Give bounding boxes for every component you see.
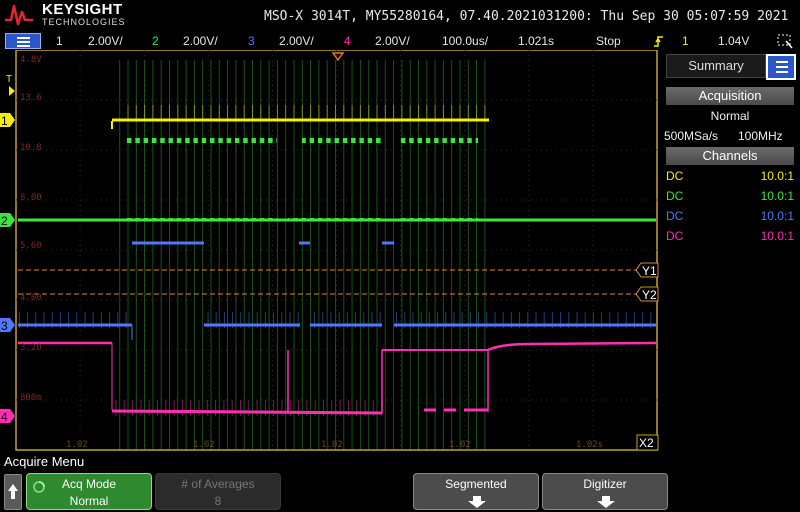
timebase-scale[interactable]: 100.0us/ xyxy=(442,34,488,48)
trigger-position-marker[interactable] xyxy=(331,52,345,62)
scale-label: 4.8V xyxy=(20,55,42,65)
ch3-scale[interactable]: 2.00V/ xyxy=(279,34,314,48)
scale-label: 5.60 xyxy=(20,241,42,251)
ch2-scale[interactable]: 2.00V/ xyxy=(183,34,218,48)
scale-label: 3.20 xyxy=(20,343,42,353)
summary-tab[interactable]: Summary xyxy=(666,54,766,78)
ch2-ground-marker[interactable]: 2 xyxy=(0,213,15,228)
channel-status-bar: 1 2.00V/ 2 2.00V/ 3 2.00V/ 4 2.00V/ 100.… xyxy=(0,32,800,50)
ch1-ground-marker[interactable]: 1 xyxy=(0,113,15,128)
run-state[interactable]: Stop xyxy=(596,34,621,48)
main-menu-button[interactable] xyxy=(5,33,41,49)
brand-subtitle: TECHNOLOGIES xyxy=(42,17,126,27)
submenu-arrow-icon xyxy=(468,496,486,508)
cursor-x2-label: X2 xyxy=(639,436,654,450)
segmented-label: Segmented xyxy=(445,477,507,491)
channel-row-1: DC 10.0:1 xyxy=(666,169,794,183)
ch2-number[interactable]: 2 xyxy=(152,34,159,48)
averages-softkey[interactable]: # of Averages 8 xyxy=(155,473,281,510)
time-label: 1.02 xyxy=(449,440,471,450)
averages-value: 8 xyxy=(214,494,222,508)
scale-label: 10.8 xyxy=(20,143,42,153)
channel-row-4: DC 10.0:1 xyxy=(666,229,794,243)
panel-menu-button[interactable] xyxy=(766,54,796,80)
rotary-knob-icon xyxy=(33,481,45,493)
trigger-level-marker[interactable]: T xyxy=(6,74,15,96)
trigger-level[interactable]: 1.04V xyxy=(718,34,749,48)
left-scale-labels: 4.8V 13.6 10.8 8.00 5.60 4.00 3.20 800m xyxy=(20,55,42,403)
ch3-number[interactable]: 3 xyxy=(248,34,255,48)
scale-label: 800m xyxy=(20,393,42,403)
submenu-arrow-icon xyxy=(597,496,615,508)
digitizer-label: Digitizer xyxy=(583,477,627,491)
acq-mode-value: Normal xyxy=(710,109,750,123)
menu-title: Acquire Menu xyxy=(4,454,85,469)
scale-label: 8.00 xyxy=(20,193,42,203)
channels-header[interactable]: Channels xyxy=(666,147,794,165)
acq-mode-value: Normal xyxy=(69,494,109,508)
ch1-number[interactable]: 1 xyxy=(56,34,63,48)
digitizer-softkey[interactable]: Digitizer xyxy=(542,473,668,510)
cursor-y2-label: Y2 xyxy=(642,288,657,302)
channel-row-3: DC 10.0:1 xyxy=(666,209,794,223)
ch4-number[interactable]: 4 xyxy=(344,34,351,48)
segmented-softkey[interactable]: Segmented xyxy=(413,473,539,510)
waveform-graticule[interactable]: Y1 Y2 X2 4.8V 13.6 10.8 8.00 5.60 4.00 3.20 800… xyxy=(0,50,660,452)
acquisition-header[interactable]: Acquisition xyxy=(666,87,794,105)
cursor-y1-label: Y1 xyxy=(642,264,657,278)
scale-label: 4.00 xyxy=(20,293,42,303)
header: KEYSIGHT TECHNOLOGIES MSO-X 3014T, MY552… xyxy=(0,0,800,32)
screen-select-icon[interactable] xyxy=(776,33,794,49)
svg-text:1: 1 xyxy=(1,114,8,128)
svg-text:2: 2 xyxy=(1,214,8,228)
svg-text:T: T xyxy=(6,74,12,85)
ch3-ground-marker[interactable]: 3 xyxy=(0,318,15,333)
averages-label: # of Averages xyxy=(181,477,255,491)
svg-text:3: 3 xyxy=(1,319,8,333)
bandwidth: 100MHz xyxy=(738,129,783,143)
keysight-logo-icon xyxy=(5,4,33,26)
time-delay[interactable]: 1.021s xyxy=(518,34,554,48)
time-label: 1.02 xyxy=(321,440,343,450)
brand-name: KEYSIGHT xyxy=(42,1,123,18)
softkey-bar: Acquire Menu Acq Mode Normal # of Averag… xyxy=(0,452,800,512)
ch4-scale[interactable]: 2.00V/ xyxy=(375,34,410,48)
back-button[interactable] xyxy=(4,474,22,510)
svg-text:4: 4 xyxy=(1,410,8,424)
sample-rate: 500MSa/s xyxy=(664,129,719,143)
trigger-edge-icon xyxy=(654,36,663,47)
acq-mode-softkey[interactable]: Acq Mode Normal xyxy=(26,473,152,510)
device-info: MSO-X 3014T, MY55280164, 07.40.202103120… xyxy=(264,9,789,24)
ch4-ground-marker[interactable]: 4 xyxy=(0,409,15,424)
right-panel: Summary Acquisition Normal 500MSa/s 100M… xyxy=(660,50,800,452)
scale-label: 13.6 xyxy=(20,93,42,103)
waveform-display[interactable]: Y1 Y2 X2 4.8V 13.6 10.8 8.00 5.60 4.00 3.20 800… xyxy=(0,50,660,452)
up-arrow-icon xyxy=(8,484,18,499)
trigger-source[interactable]: 1 xyxy=(682,34,689,48)
time-label: 1.02 xyxy=(66,440,88,450)
time-label: 1.02 xyxy=(193,440,215,450)
time-label: 1.02s xyxy=(576,440,603,450)
ch1-scale[interactable]: 2.00V/ xyxy=(88,34,123,48)
channel-row-2: DC 10.0:1 xyxy=(666,189,794,203)
